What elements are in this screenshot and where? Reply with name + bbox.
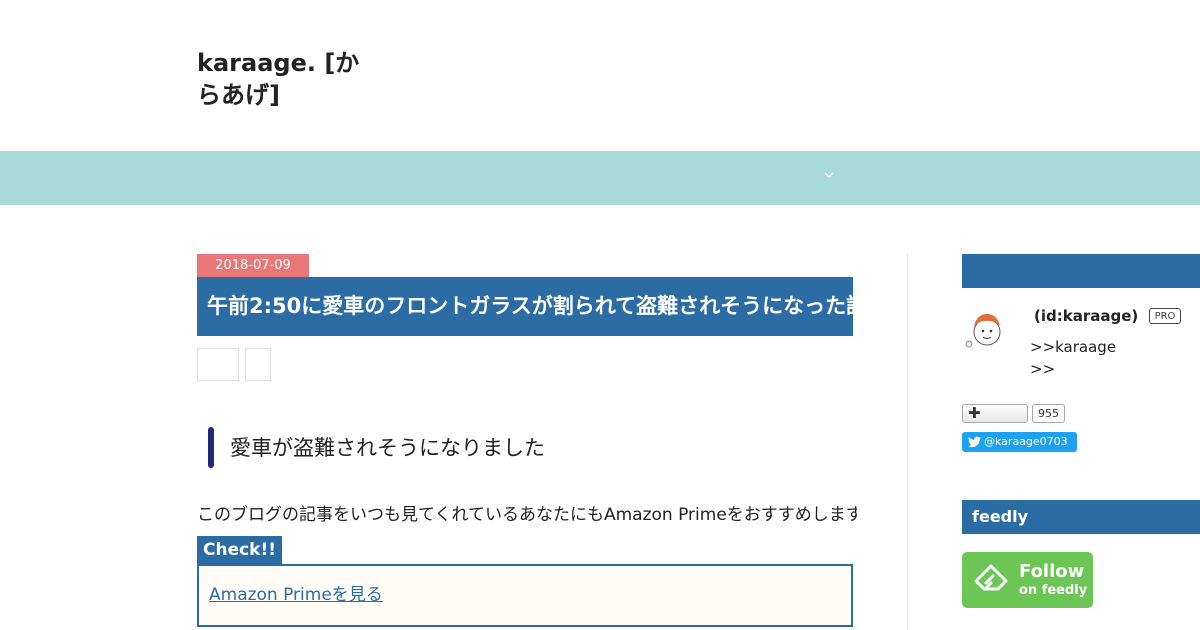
avatar[interactable] [963,306,1009,352]
article-paragraph: このブログの記事をいつも見てくれているあなたにもAmazon Primeをおすす… [197,505,857,525]
global-navbar [0,151,1200,205]
sidebar-profile-header [962,254,1200,288]
site-title[interactable]: karaage. [からあげ] [197,47,377,111]
share-button[interactable] [197,348,239,381]
subscriber-count: 955 [1032,404,1065,423]
profile-link-line[interactable]: >>karaage [1030,337,1116,357]
feedly-icon [974,564,1008,591]
chevron-down-icon[interactable] [822,168,836,182]
check-label: Check!! [197,536,282,565]
feedly-follow-button[interactable]: Follow on feedly [962,552,1093,608]
post-title[interactable]: 午前2:50に愛車のフロントガラスが割られて盗難されそうになった話 からあげ新聞 [197,277,853,336]
section-heading: 愛車が盗難されそうになりました [230,436,545,460]
twitter-bird-icon [968,436,981,448]
amazon-prime-link[interactable]: Amazon Primeを見る [209,583,383,607]
feedly-follow-text: Follow [1019,561,1085,582]
pro-badge: PRO [1149,308,1181,324]
profile-link-line-2[interactable]: >> [1030,359,1055,379]
share-button-secondary[interactable] [245,348,271,381]
column-divider [907,254,908,630]
heading-accent-bar [208,427,214,468]
profile-id[interactable]: (id:karaage) [1034,306,1138,326]
plus-icon: ✚ [968,404,981,422]
twitter-handle: @karaage0703 [984,435,1068,448]
post-date[interactable]: 2018-07-09 [197,254,309,277]
feedly-heading: feedly [962,500,1200,534]
twitter-follow-button[interactable]: @karaage0703 [962,432,1077,452]
feedly-on-text: on feedly [1019,583,1088,598]
subscribe-button[interactable]: ✚ [962,404,1028,423]
